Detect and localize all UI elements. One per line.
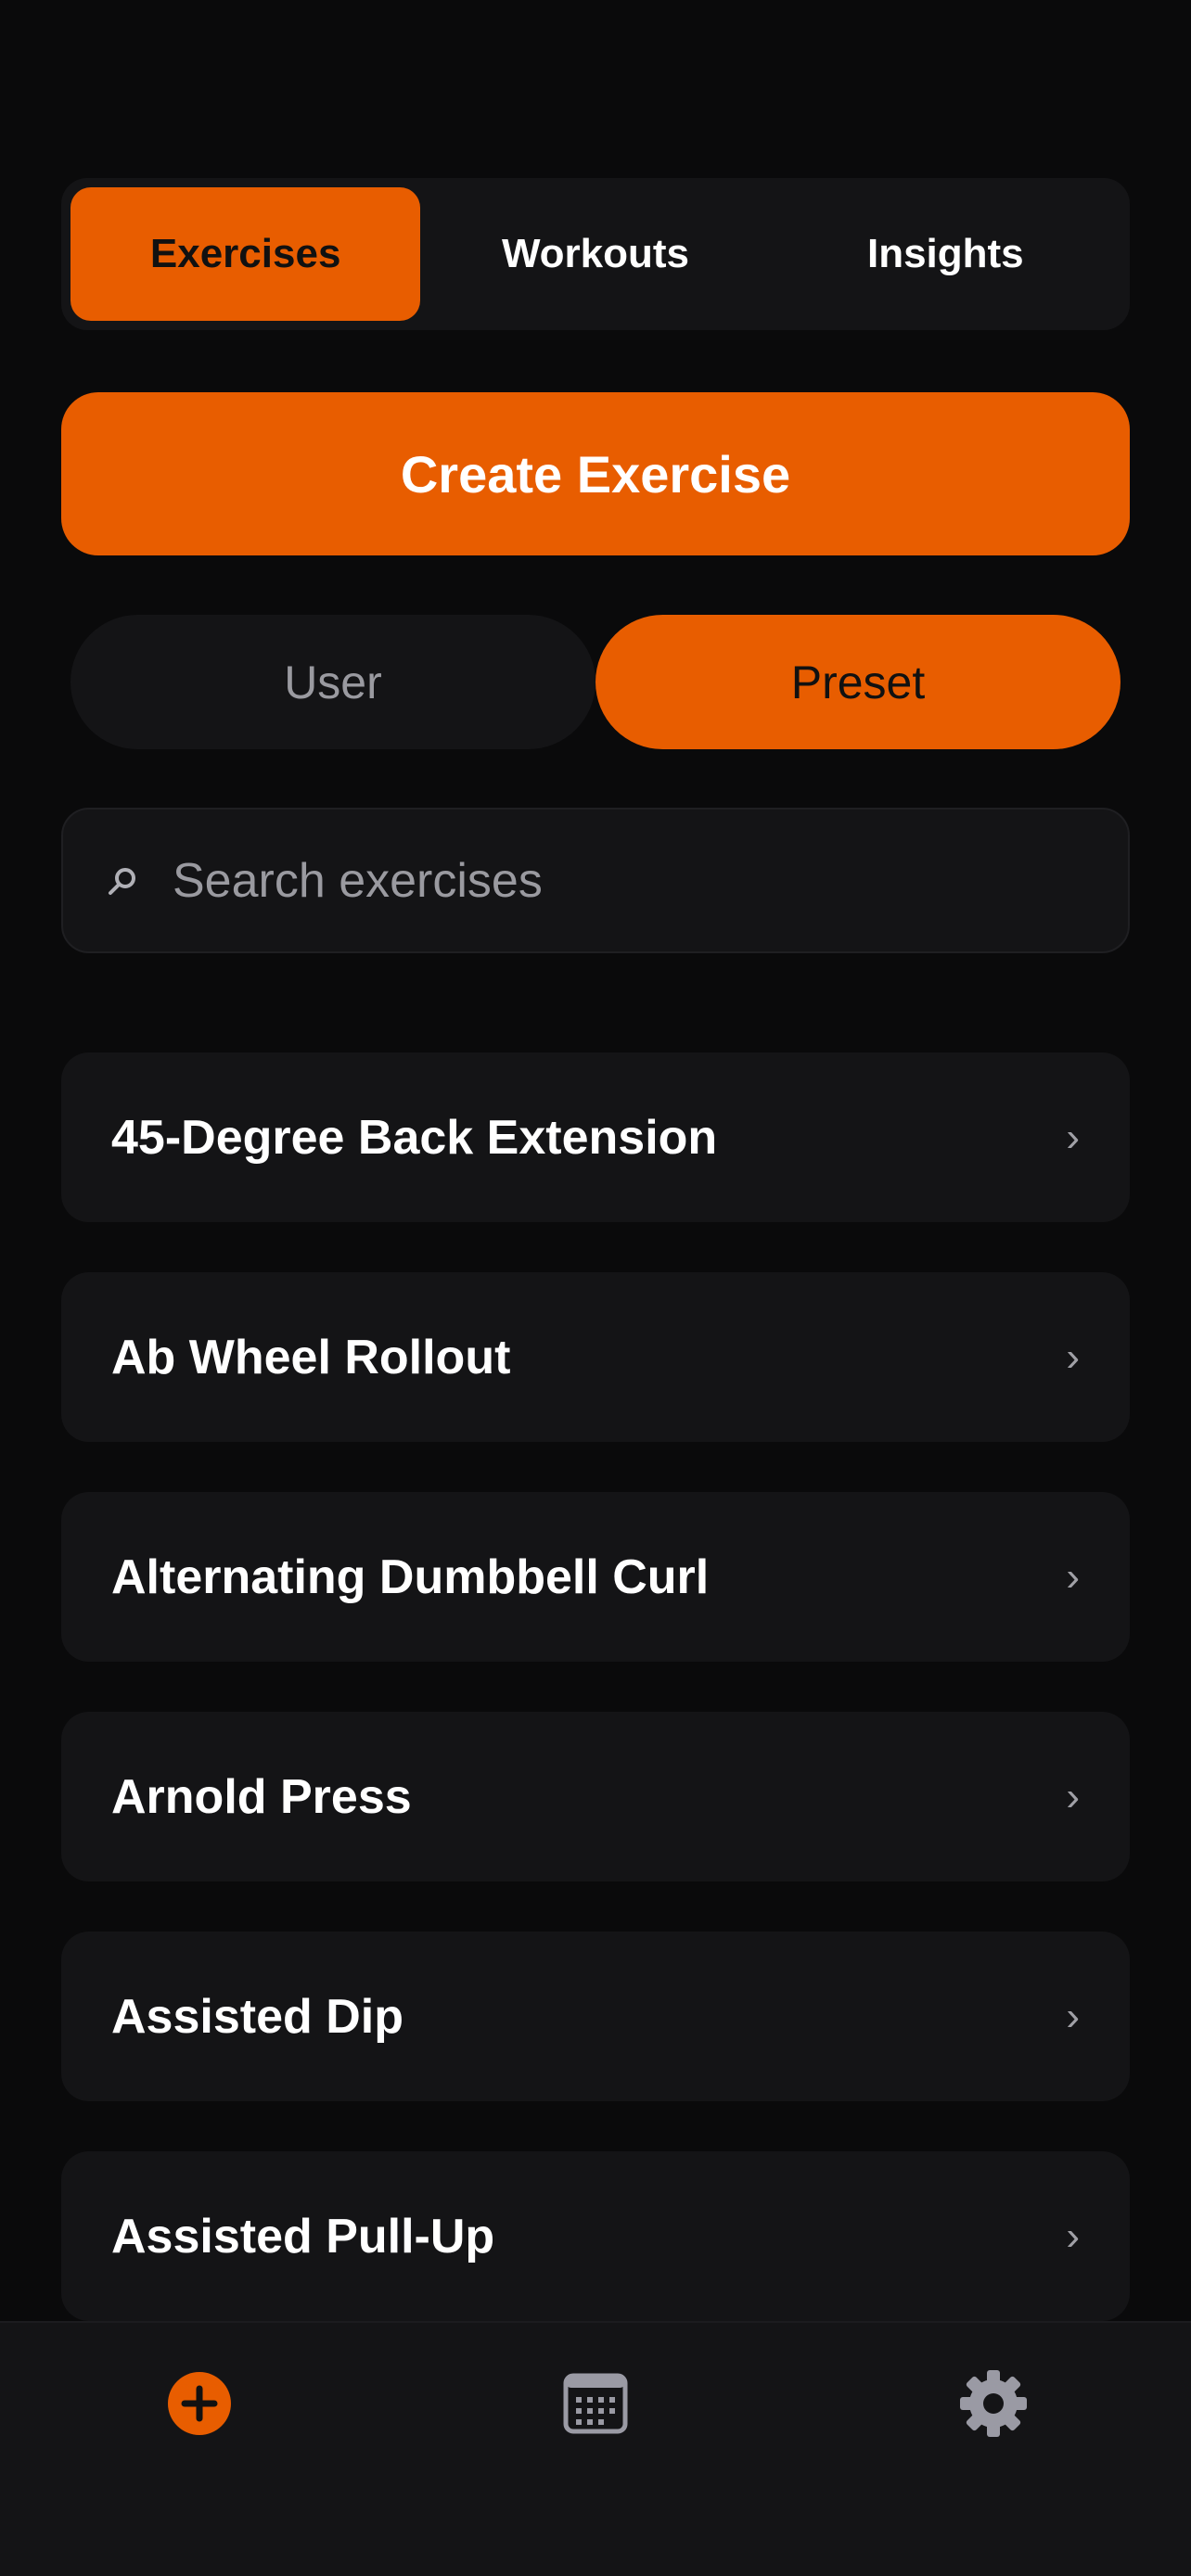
exercise-name: Ab Wheel Rollout — [111, 1330, 511, 1384]
exercise-list: 45-Degree Back Extension › Ab Wheel Roll… — [61, 1052, 1130, 2371]
exercise-name: Arnold Press — [111, 1769, 412, 1824]
calendar-icon[interactable] — [544, 2353, 647, 2455]
exercise-name: Assisted Dip — [111, 1989, 403, 2044]
chevron-right-icon: › — [1066, 1114, 1080, 1160]
search-input[interactable] — [173, 852, 1128, 909]
exercise-list-item[interactable]: 45-Degree Back Extension › — [61, 1052, 1130, 1222]
chevron-right-icon: › — [1066, 1333, 1080, 1380]
top-tab-bar: Exercises Workouts Insights — [61, 178, 1130, 330]
user-filter-button[interactable]: User — [70, 615, 596, 749]
exercise-library-screen: Exercises Workouts Insights Create Exerc… — [0, 0, 1191, 2576]
chevron-right-icon: › — [1066, 1553, 1080, 1600]
bottom-tab-bar — [0, 2321, 1191, 2576]
chevron-right-icon: › — [1066, 1993, 1080, 2039]
exercise-name: Assisted Pull-Up — [111, 2209, 495, 2264]
exercise-list-item[interactable]: Alternating Dumbbell Curl › — [61, 1492, 1130, 1662]
tab-insights[interactable]: Insights — [771, 187, 1121, 321]
search-bar[interactable] — [61, 808, 1130, 953]
tab-exercises[interactable]: Exercises — [70, 187, 421, 321]
tab-workouts[interactable]: Workouts — [420, 187, 770, 321]
gear-icon[interactable] — [942, 2353, 1044, 2455]
chevron-right-icon: › — [1066, 2213, 1080, 2259]
search-icon — [100, 859, 145, 903]
create-exercise-button[interactable]: Create Exercise — [61, 392, 1130, 555]
exercise-name: Alternating Dumbbell Curl — [111, 1549, 710, 1604]
exercise-list-item[interactable]: Assisted Dip › — [61, 1932, 1130, 2101]
add-circle-icon[interactable] — [148, 2353, 250, 2455]
exercise-list-item[interactable]: Arnold Press › — [61, 1712, 1130, 1881]
chevron-right-icon: › — [1066, 1773, 1080, 1819]
exercise-name: 45-Degree Back Extension — [111, 1110, 718, 1165]
exercise-list-item[interactable]: Assisted Pull-Up › — [61, 2151, 1130, 2321]
preset-filter-button[interactable]: Preset — [596, 615, 1121, 749]
exercise-list-item[interactable]: Ab Wheel Rollout › — [61, 1272, 1130, 1442]
source-toggle: User Preset — [70, 615, 1121, 749]
